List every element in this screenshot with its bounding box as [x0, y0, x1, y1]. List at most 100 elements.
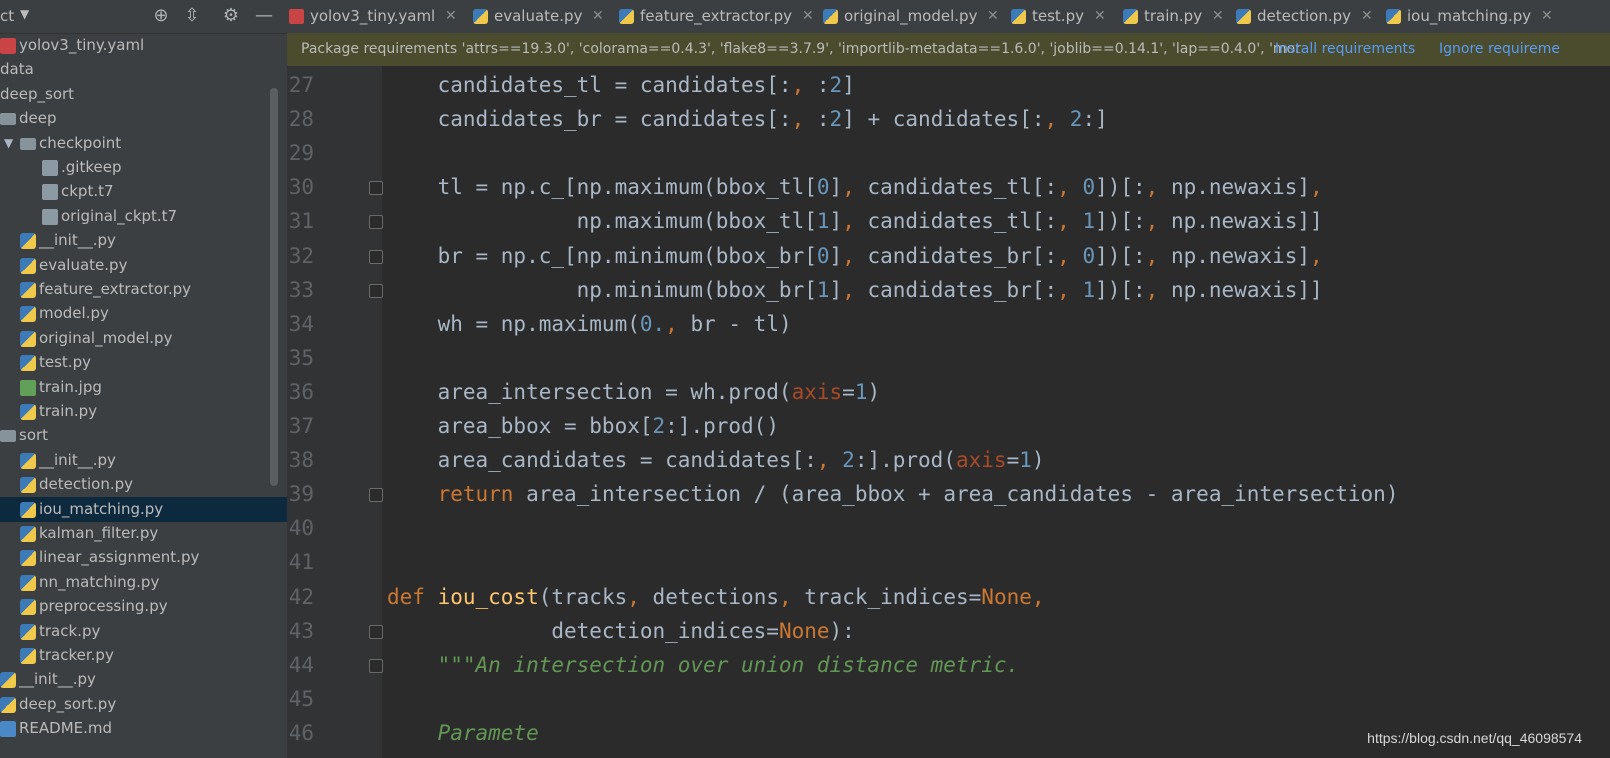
code-line: area_intersection = wh.prod(axis=1)	[387, 375, 881, 409]
close-icon[interactable]: ✕	[1212, 0, 1224, 33]
tree-item-label: track.py	[39, 621, 101, 640]
tree-item-label: deep_sort	[0, 84, 75, 103]
tree-item[interactable]: detection.py	[0, 472, 287, 497]
line-number: 36	[288, 379, 314, 404]
tree-item[interactable]: kalman_filter.py	[0, 521, 287, 546]
tree-item-label: feature_extractor.py	[39, 280, 191, 298]
code-token: wh = np.maximum(	[387, 311, 640, 336]
tree-item[interactable]: test.py	[0, 350, 287, 375]
collapse-all-icon[interactable]: ⇳	[181, 5, 203, 27]
tree-item[interactable]: evaluate.py	[0, 253, 287, 278]
line-number: 41	[288, 550, 314, 575]
close-icon[interactable]: ✕	[445, 0, 457, 33]
close-icon[interactable]: ✕	[987, 0, 999, 33]
chevron-down-icon[interactable]: ▼	[4, 131, 13, 156]
tree-item-label: data	[0, 60, 34, 79]
tree-item[interactable]: yolov3_tiny.yaml	[0, 33, 287, 58]
project-scrollbar[interactable]	[270, 88, 278, 486]
tree-item[interactable]: __init__.py	[0, 228, 287, 253]
project-panel-title[interactable]: ct	[0, 7, 14, 25]
code-token: candidates_tl = candidates[:	[387, 73, 792, 97]
close-icon[interactable]: ✕	[1361, 0, 1373, 33]
code-token: )	[1031, 448, 1045, 473]
code-line: def iou_cost(tracks, detections, track_i…	[387, 580, 1045, 614]
code-token: axis	[791, 379, 843, 404]
tree-item[interactable]: linear_assignment.py	[0, 545, 287, 570]
line-number: 27	[288, 73, 314, 97]
tree-item[interactable]: __init__.py	[0, 448, 287, 473]
code-editor[interactable]: 27 28 29 30 31 32 33 34 35 36 37 38 39 40 41 42 43 44 45 46…	[287, 66, 1610, 758]
locate-icon[interactable]: ⊕	[150, 5, 172, 27]
tree-item[interactable]: .gitkeep	[0, 155, 287, 180]
code-token: 0	[1082, 175, 1096, 200]
tree-item[interactable]: iou_matching.py	[0, 496, 287, 522]
fold-marker-icon[interactable]	[369, 249, 383, 264]
fold-marker-icon[interactable]	[369, 658, 383, 673]
line-number: 46	[288, 720, 314, 745]
tree-item[interactable]: original_model.py	[0, 326, 287, 351]
line-number: 34	[288, 311, 314, 336]
chevron-down-icon[interactable]: ▼	[20, 7, 29, 21]
py-file-icon	[20, 550, 36, 567]
tree-item[interactable]: ▼ checkpoint	[0, 131, 287, 156]
py-file-icon	[20, 574, 36, 591]
code-token: ]	[842, 73, 855, 97]
close-icon[interactable]: ✕	[802, 0, 814, 33]
fold-marker-icon[interactable]	[369, 215, 383, 230]
tree-item-label: preprocessing.py	[39, 597, 168, 616]
tree-item-label: iou_matching.py	[39, 499, 164, 518]
ignore-requirements-link[interactable]: Ignore requireme	[1439, 33, 1560, 66]
line-number: 44	[288, 652, 314, 677]
tree-item[interactable]: deep_sort.py	[0, 692, 287, 717]
tree-item[interactable]: deep	[0, 106, 287, 131]
tree-item-label: deep	[19, 109, 57, 128]
py-file-icon	[20, 233, 36, 250]
tree-item[interactable]: train.py	[0, 399, 287, 424]
tree-item-label: ckpt.t7	[61, 182, 114, 201]
code-token: 2	[829, 107, 843, 132]
fold-marker-icon[interactable]	[369, 283, 383, 298]
tree-item[interactable]: track.py	[0, 619, 287, 644]
fold-marker-icon[interactable]	[369, 624, 383, 639]
code-token: :	[816, 107, 830, 132]
code-token: ])[:	[1095, 277, 1146, 302]
code-line: Paramete	[387, 716, 539, 750]
code-token: np.newaxis]	[1170, 175, 1311, 200]
tree-item[interactable]: sort	[0, 423, 287, 448]
install-requirements-link[interactable]: Install requirements	[1275, 33, 1415, 66]
tree-item-label: train.jpg	[39, 377, 102, 396]
tree-item[interactable]: original_ckpt.t7	[0, 204, 287, 229]
tree-item-label: __init__.py	[39, 231, 116, 250]
close-icon[interactable]: ✕	[1094, 0, 1106, 33]
tree-item[interactable]: README.md	[0, 716, 287, 741]
minimize-icon[interactable]: —	[253, 5, 275, 27]
tree-item[interactable]: preprocessing.py	[0, 594, 287, 619]
py-file-icon	[1386, 9, 1401, 24]
file-file-icon	[42, 160, 58, 176]
tree-item[interactable]: ckpt.t7	[0, 179, 287, 204]
fold-marker-icon[interactable]	[369, 488, 383, 503]
fold-marker-icon[interactable]	[369, 181, 383, 196]
tree-item[interactable]: train.jpg	[0, 375, 287, 400]
tree-item[interactable]: tracker.py	[0, 643, 287, 668]
project-panel-header: ct ▼ ⊕ ⇳ ⚙ —	[0, 0, 287, 34]
tree-item[interactable]: data	[0, 57, 287, 82]
code-token: 2	[842, 448, 855, 473]
code-token: ,	[1044, 107, 1070, 132]
code-token: area_intersection / (area_bbox + area_ca…	[526, 482, 1399, 507]
tree-item[interactable]: __init__.py	[0, 667, 287, 692]
tree-item[interactable]: deep_sort	[0, 82, 287, 107]
tree-item-label: evaluate.py	[39, 255, 128, 274]
code-line: area_candidates = candidates[:, 2:].prod…	[387, 443, 1045, 477]
code-token: candidates_br[:	[867, 243, 1058, 268]
tree-item[interactable]: feature_extractor.py	[0, 277, 287, 302]
code-token: ,	[791, 107, 817, 132]
code-token: ,	[842, 277, 868, 302]
close-icon[interactable]: ✕	[1541, 0, 1553, 33]
gear-icon[interactable]: ⚙	[220, 5, 242, 27]
tree-item[interactable]: model.py	[0, 301, 287, 326]
tree-item[interactable]: nn_matching.py	[0, 570, 287, 595]
tab-label: original_model.py	[844, 7, 978, 25]
code-token: =	[842, 379, 855, 404]
close-icon[interactable]: ✕	[592, 0, 604, 33]
